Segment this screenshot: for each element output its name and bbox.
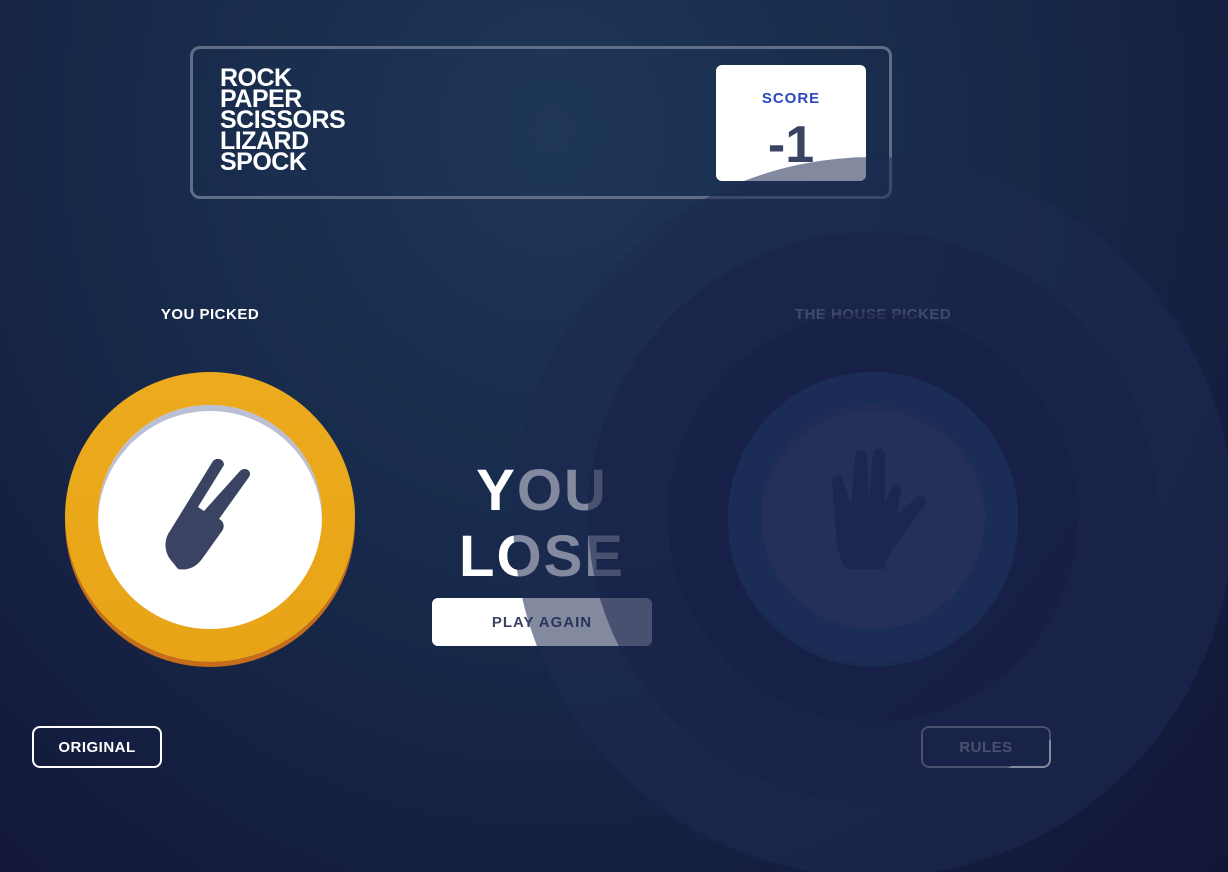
house-picked-label: The house picked (794, 306, 952, 323)
score-value: -1 (767, 116, 815, 174)
result-text: You lose (459, 458, 625, 589)
original-mode-button[interactable]: Original (32, 726, 162, 768)
game-title: Rock Paper Scissors Lizard Spock (220, 66, 346, 176)
score-box: Score -1 (716, 65, 866, 181)
token-face (98, 405, 322, 629)
player-scissors-token (65, 372, 355, 662)
rules-button[interactable]: Rules (921, 726, 1051, 768)
result-panel: You lose Play again (412, 458, 672, 646)
you-picked-label: You picked (160, 306, 260, 323)
title-line-spock: Spock (220, 148, 307, 176)
score-label: Score (761, 90, 821, 107)
spock-hand-icon (818, 445, 928, 590)
house-spock-token (728, 372, 1018, 662)
scissors-hand-icon (155, 455, 265, 580)
token-face (761, 405, 985, 629)
play-again-button[interactable]: Play again (432, 598, 652, 646)
header: Rock Paper Scissors Lizard Spock Score -… (190, 46, 892, 199)
